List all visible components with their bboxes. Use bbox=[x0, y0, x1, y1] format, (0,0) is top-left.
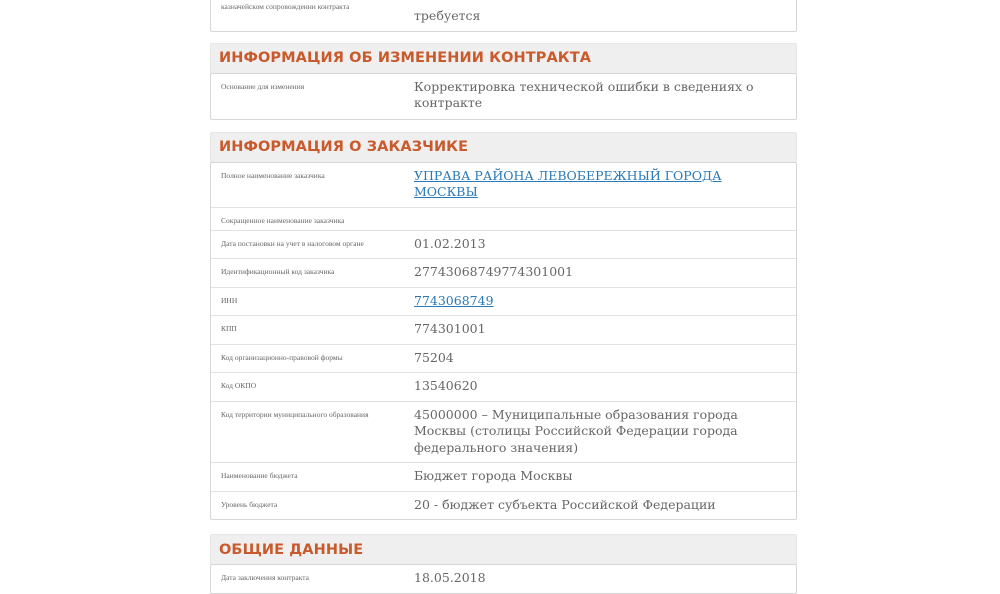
table-row: Код организационно-правовой формы 75204 bbox=[211, 343, 796, 373]
row-value: 20 - бюджет субъекта Российской Федераци… bbox=[414, 496, 716, 512]
section-header-change: ИНФОРМАЦИЯ ОБ ИЗМЕНЕНИИ КОНТРАКТА bbox=[210, 42, 797, 74]
row-value: УПРАВА РАЙОНА ЛЕВОБЕРЕЖНЫЙ ГОРОДА МОСКВЫ bbox=[406, 163, 796, 207]
table-row: Дата постановки на учет в налоговом орга… bbox=[211, 229, 796, 259]
inn-link[interactable]: 7743068749 bbox=[414, 293, 494, 308]
table-row: Основание для изменения Корректировка те… bbox=[211, 74, 796, 119]
table-row: КПП 774301001 bbox=[211, 315, 796, 344]
table-row: Код ОКПО 13540620 bbox=[211, 372, 796, 401]
general-table: Дата заключения контракта 18.05.2018 bbox=[210, 564, 797, 594]
table-row: Уровень бюджета 20 - бюджет субъекта Рос… bbox=[211, 490, 796, 520]
row-value: 13540620 bbox=[414, 378, 478, 393]
row-value: 45000000 – Муниципальные образования гор… bbox=[414, 406, 738, 455]
row-label: ИНН bbox=[221, 295, 238, 305]
row-label: Дата заключения контракта bbox=[221, 573, 309, 582]
row-label: Код ОКПО bbox=[221, 381, 257, 390]
row-label: Идентификационный код заказчика bbox=[221, 267, 335, 276]
table-row: казначейском сопровождении контракта тре… bbox=[211, 0, 796, 31]
table-row: ИНН 7743068749 bbox=[211, 286, 796, 316]
row-value bbox=[406, 208, 796, 230]
row-label: Основание для изменения bbox=[221, 81, 305, 91]
row-label: Код территории муниципального образовани… bbox=[221, 409, 369, 419]
table-row: Код территории муниципального образовани… bbox=[211, 400, 796, 463]
row-label: Сокращенное наименование заказчика bbox=[221, 215, 345, 225]
row-label: казначейском сопровождении контракта bbox=[221, 2, 350, 11]
row-label: Полное наименование заказчика bbox=[221, 170, 325, 180]
row-value: 27743068749774301001 bbox=[414, 264, 574, 279]
row-label: Дата постановки на учет в налоговом орга… bbox=[221, 238, 364, 248]
row-value: 774301001 bbox=[414, 321, 486, 336]
row-value-line: требуется bbox=[414, 8, 481, 23]
row-value: требуется bbox=[406, 0, 796, 31]
table-row: Идентификационный код заказчика 27743068… bbox=[211, 258, 796, 287]
row-value: Корректировка технической ошибки в сведе… bbox=[414, 78, 754, 111]
section-header-customer: ИНФОРМАЦИЯ О ЗАКАЗЧИКЕ bbox=[210, 131, 797, 163]
section-header-general: ОБЩИЕ ДАННЫЕ bbox=[210, 534, 797, 565]
row-label: Код организационно-правовой формы bbox=[221, 352, 343, 362]
customer-table: Полное наименование заказчика УПРАВА РАЙ… bbox=[210, 161, 797, 520]
table-row: Наименование бюджета Бюджет города Москв… bbox=[211, 462, 796, 491]
row-label: КПП bbox=[221, 324, 237, 333]
row-label: Наименование бюджета bbox=[221, 471, 298, 480]
row-value: 75204 bbox=[414, 349, 454, 365]
table-row: Полное наименование заказчика УПРАВА РАЙ… bbox=[211, 163, 796, 207]
row-value: Бюджет города Москвы bbox=[414, 468, 573, 483]
row-value: 01.02.2013 bbox=[414, 235, 486, 251]
change-table: Основание для изменения Корректировка те… bbox=[210, 72, 797, 120]
row-label: Уровень бюджета bbox=[221, 499, 278, 509]
treasury-support-table: казначейском сопровождении контракта тре… bbox=[210, 0, 797, 32]
table-row: Дата заключения контракта 18.05.2018 bbox=[211, 565, 796, 593]
row-value-line bbox=[414, 0, 786, 8]
row-value: 7743068749 bbox=[406, 288, 796, 316]
contract-page: казначейском сопровождении контракта тре… bbox=[210, 0, 797, 594]
table-row: Сокращенное наименование заказчика bbox=[211, 206, 796, 230]
customer-name-link[interactable]: УПРАВА РАЙОНА ЛЕВОБЕРЕЖНЫЙ ГОРОДА МОСКВЫ bbox=[414, 168, 722, 200]
row-value: 18.05.2018 bbox=[414, 570, 486, 585]
